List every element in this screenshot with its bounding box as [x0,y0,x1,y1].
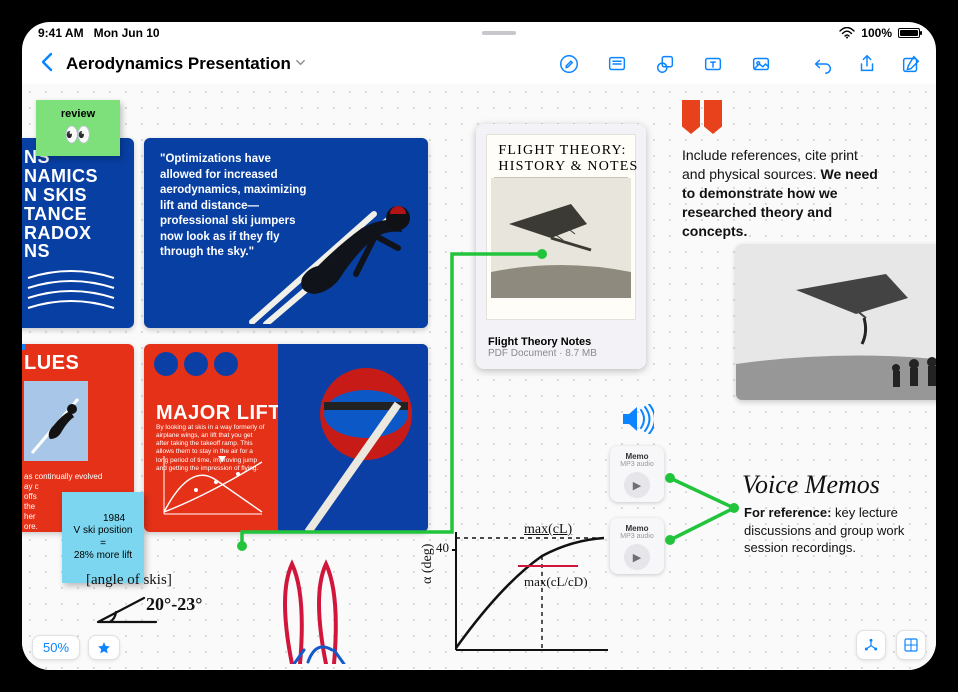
status-time: 9:41 AM [38,26,84,40]
audio-title: Memo [616,524,658,533]
text-bold: For reference: [744,505,831,520]
document-card[interactable]: FLIGHT THEORY: HISTORY & NOTES Flight Th… [476,124,646,369]
shape-tool-icon[interactable] [654,53,676,75]
media-tool-icon[interactable] [750,53,772,75]
screen: 9:41 AM Mon Jun 10 100% Aerodynamics Pre… [22,22,936,670]
slide-card[interactable]: NS NAMICS N SKIS TANCE RADOX NS [22,138,134,328]
handwriting: Voice Memos [742,470,880,500]
battery-icon [898,28,920,38]
edge-marker [22,344,25,350]
slide-title: LUES [24,352,126,375]
slide-card[interactable]: "Optimizations have allowed for increase… [144,138,428,328]
skier-goggles-graphic [278,344,428,532]
multitask-handle[interactable] [482,31,516,35]
handwriting: 20°-23° [146,594,202,615]
bookmark-icon [682,100,722,134]
sticky-text: 1984 V ski position = 28% more lift [74,513,133,562]
tick-label: 40 [436,540,449,556]
slide-title: NS NAMICS N SKIS TANCE RADOX NS [24,148,126,261]
glider-image [491,178,631,298]
ipad-frame: 9:41 AM Mon Jun 10 100% Aerodynamics Pre… [0,0,958,692]
sticky-text: review [46,108,110,120]
sticky-note[interactable]: review 👀 [36,100,120,156]
board-title-dropdown[interactable]: Aerodynamics Presentation [66,54,306,74]
skier-thumb-graphic [24,381,88,461]
sketch-graph: α (deg) 40 max(cL) max(cL/cD) [422,524,612,664]
undo-icon[interactable] [812,53,834,75]
bottom-left-controls: 50% [32,635,120,660]
play-button[interactable]: ▶ [624,472,650,498]
sticky-note[interactable]: 1984 V ski position = 28% more lift [62,492,144,583]
zoom-control[interactable]: 50% [32,635,80,660]
board-title-text: Aerodynamics Presentation [66,54,291,74]
textbox-tool-icon[interactable] [702,53,724,75]
audio-sub: MP3 audio [616,461,658,468]
grid-button[interactable] [896,630,926,660]
historic-glider-image [736,244,936,400]
status-date: Mon Jun 10 [94,26,160,40]
annotation: max(cL) [524,522,572,538]
lift-graph-graphic [156,452,266,522]
eyes-emoji: 👀 [46,122,110,148]
flow-lines-graphic [26,270,116,310]
doc-sub: PDF Document · 8.7 MB [488,348,634,359]
audio-clip[interactable]: Memo MP3 audio ▶ [610,518,664,574]
grid-icon [903,637,919,653]
doc-name: Flight Theory Notes [488,336,634,348]
ski-jumper-graphic [222,174,428,324]
back-button[interactable] [36,52,58,77]
audio-sub: MP3 audio [616,533,658,540]
doodle [262,554,372,664]
favorite-button[interactable] [88,635,120,660]
app-toolbar: Aerodynamics Presentation [22,44,936,84]
speaker-icon [620,404,654,439]
freeform-canvas[interactable]: NS NAMICS N SKIS TANCE RADOX NS "Optimiz… [22,84,936,670]
bottom-right-controls [856,630,926,660]
wifi-icon [839,27,855,39]
text-block[interactable]: Include references, cite print and physi… [682,146,882,240]
slide-title: MAJOR LIFT [156,402,281,425]
pen-tool-icon[interactable] [558,53,580,75]
doc-thumb-title: FLIGHT THEORY: HISTORY & NOTES [494,135,627,178]
share-icon[interactable] [856,53,878,75]
handwriting: [angle of skis] [86,572,172,589]
zoom-value: 50% [43,640,69,655]
star-icon [97,641,111,655]
status-bar: 9:41 AM Mon Jun 10 100% [22,22,936,44]
battery-percent: 100% [861,26,892,40]
chevron-down-icon [295,57,306,71]
compose-icon[interactable] [900,53,922,75]
audio-title: Memo [616,452,658,461]
nodes-icon [863,637,879,653]
slide-card[interactable]: MAJOR LIFT By looking at skis in a way f… [144,344,428,532]
axis-label: α (deg) [420,544,436,584]
audio-clip[interactable]: Memo MP3 audio ▶ [610,446,664,502]
navigator-button[interactable] [856,630,886,660]
photo-card[interactable] [736,244,936,400]
text-block[interactable]: For reference: key lecture discussions a… [744,504,910,557]
skier-thumbs [154,352,238,376]
annotation: max(cL/cD) [524,574,588,590]
note-tool-icon[interactable] [606,53,628,75]
play-button[interactable]: ▶ [624,544,650,570]
